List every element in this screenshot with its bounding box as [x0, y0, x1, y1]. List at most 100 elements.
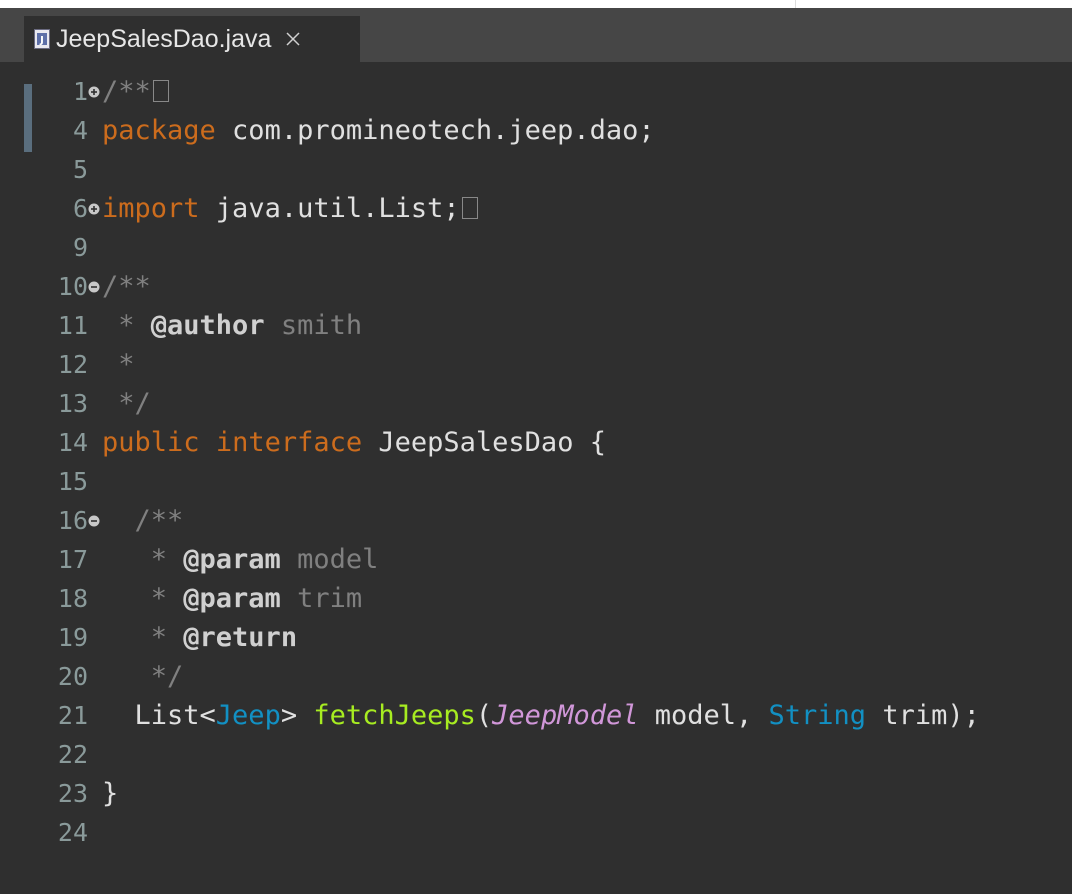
code-text: /** — [102, 72, 169, 111]
code-text: List<Jeep> fetchJeeps(JeepModel model, S… — [102, 696, 980, 735]
line-number: 21 — [57, 701, 88, 730]
tab-title: JeepSalesDao.java — [56, 24, 272, 53]
collapsed-region-icon[interactable] — [461, 196, 478, 219]
fold-collapse-icon[interactable] — [88, 501, 100, 540]
line-number: 24 — [57, 818, 88, 847]
code-token: /** — [102, 505, 184, 536]
code-token: ( — [475, 700, 493, 731]
code-token: public — [102, 427, 200, 458]
code-line[interactable]: 1 /** — [24, 72, 1072, 111]
code-line[interactable]: 12 * — [24, 345, 1072, 384]
code-token: * — [102, 310, 151, 341]
code-token: model, — [638, 700, 769, 731]
code-text: /** — [102, 501, 184, 540]
collapsed-region-icon[interactable] — [152, 79, 169, 102]
line-number: 1 — [72, 77, 88, 106]
code-token: trim — [280, 583, 363, 614]
code-line[interactable]: 6 import java.util.List; — [24, 189, 1072, 228]
code-text: import java.util.List; — [102, 189, 478, 228]
code-line[interactable]: 13 */ — [24, 384, 1072, 423]
code-token: List< — [102, 700, 216, 731]
eclipse-editor-window: J JeepSalesDao.java 1 /** 4 package com.pro… — [0, 0, 1072, 894]
code-token: @param — [183, 544, 281, 575]
code-token: @return — [183, 622, 298, 653]
code-line[interactable]: 23} — [24, 774, 1072, 813]
code-text: */ — [102, 384, 151, 423]
java-file-icon: J — [34, 29, 50, 49]
line-number: 20 — [57, 662, 88, 691]
line-number: 23 — [57, 779, 88, 808]
code-token: */ — [102, 661, 184, 692]
code-token: com.promineotech.jeep.dao; — [215, 115, 655, 146]
line-number: 6 — [72, 194, 88, 223]
code-line[interactable]: 10 /** — [24, 267, 1072, 306]
code-text: */ — [102, 657, 184, 696]
code-token: JeepModel — [492, 700, 639, 731]
code-token: JeepSalesDao { — [362, 427, 606, 458]
code-token: * — [102, 622, 184, 653]
line-number: 17 — [57, 545, 88, 574]
code-line[interactable]: 22 — [24, 735, 1072, 774]
code-line[interactable]: 16 /** — [24, 501, 1072, 540]
code-token: package — [102, 115, 216, 146]
code-token: String — [768, 700, 867, 731]
code-line[interactable]: 11 * @author smith — [24, 306, 1072, 345]
line-number: 10 — [57, 272, 88, 301]
code-text: package com.promineotech.jeep.dao; — [102, 111, 655, 150]
line-number: 4 — [72, 116, 88, 145]
code-editor[interactable]: 1 /** 4 package com.promineotech.jeep.dao; 5… — [24, 62, 1072, 894]
code-token: @author — [150, 310, 265, 341]
code-token: @param — [183, 583, 281, 614]
line-number: 13 — [57, 389, 88, 418]
code-line[interactable]: 4 package com.promineotech.jeep.dao; — [24, 111, 1072, 150]
view-divider — [795, 0, 796, 8]
code-token: java.util.List; — [199, 193, 460, 224]
close-icon[interactable] — [283, 29, 303, 49]
tab-jeepsalesdao[interactable]: J JeepSalesDao.java — [24, 16, 360, 62]
line-number: 15 — [57, 467, 88, 496]
code-text: * @return — [102, 618, 297, 657]
code-token: /** — [102, 271, 151, 302]
code-line[interactable]: 18 * @param trim — [24, 579, 1072, 618]
code-text: } — [102, 774, 118, 813]
line-number: 22 — [57, 740, 88, 769]
editor-tabbar: J JeepSalesDao.java — [0, 8, 1072, 62]
fold-expand-icon[interactable] — [88, 72, 100, 111]
code-token: trim); — [866, 700, 980, 731]
code-line[interactable]: 21 List<Jeep> fetchJeeps(JeepModel model… — [24, 696, 1072, 735]
code-token: fetchJeeps — [313, 700, 476, 731]
code-token: interface — [215, 427, 363, 458]
code-text: public interface JeepSalesDao { — [102, 423, 606, 462]
code-line[interactable]: 9 — [24, 228, 1072, 267]
code-line[interactable]: 20 */ — [24, 657, 1072, 696]
code-line[interactable]: 17 * @param model — [24, 540, 1072, 579]
code-line[interactable]: 14 public interface JeepSalesDao { — [24, 423, 1072, 462]
code-text: * @param trim — [102, 579, 362, 618]
fold-expand-icon[interactable] — [88, 189, 100, 228]
line-number: 14 — [57, 428, 88, 457]
code-line[interactable]: 5 — [24, 150, 1072, 189]
code-token: > — [280, 700, 314, 731]
code-line[interactable]: 19 * @return — [24, 618, 1072, 657]
fold-collapse-icon[interactable] — [88, 267, 100, 306]
code-line[interactable]: 15 — [24, 462, 1072, 501]
line-number: 5 — [72, 155, 88, 184]
code-text: /** — [102, 267, 151, 306]
code-token: model — [280, 544, 379, 575]
line-number: 18 — [57, 584, 88, 613]
code-token: smith — [264, 310, 363, 341]
code-text: * — [102, 345, 135, 384]
svg-text:J: J — [39, 35, 44, 46]
code-token: import — [102, 193, 200, 224]
code-token: * — [102, 349, 135, 380]
code-line[interactable]: 24 — [24, 813, 1072, 852]
line-number: 12 — [57, 350, 88, 379]
line-number: 16 — [57, 506, 88, 535]
code-token: Jeep — [215, 700, 281, 731]
line-number: 9 — [72, 233, 88, 262]
code-token: /** — [102, 76, 151, 107]
line-number: 11 — [57, 311, 88, 340]
code-text: * @param model — [102, 540, 379, 579]
code-token: * — [102, 583, 184, 614]
